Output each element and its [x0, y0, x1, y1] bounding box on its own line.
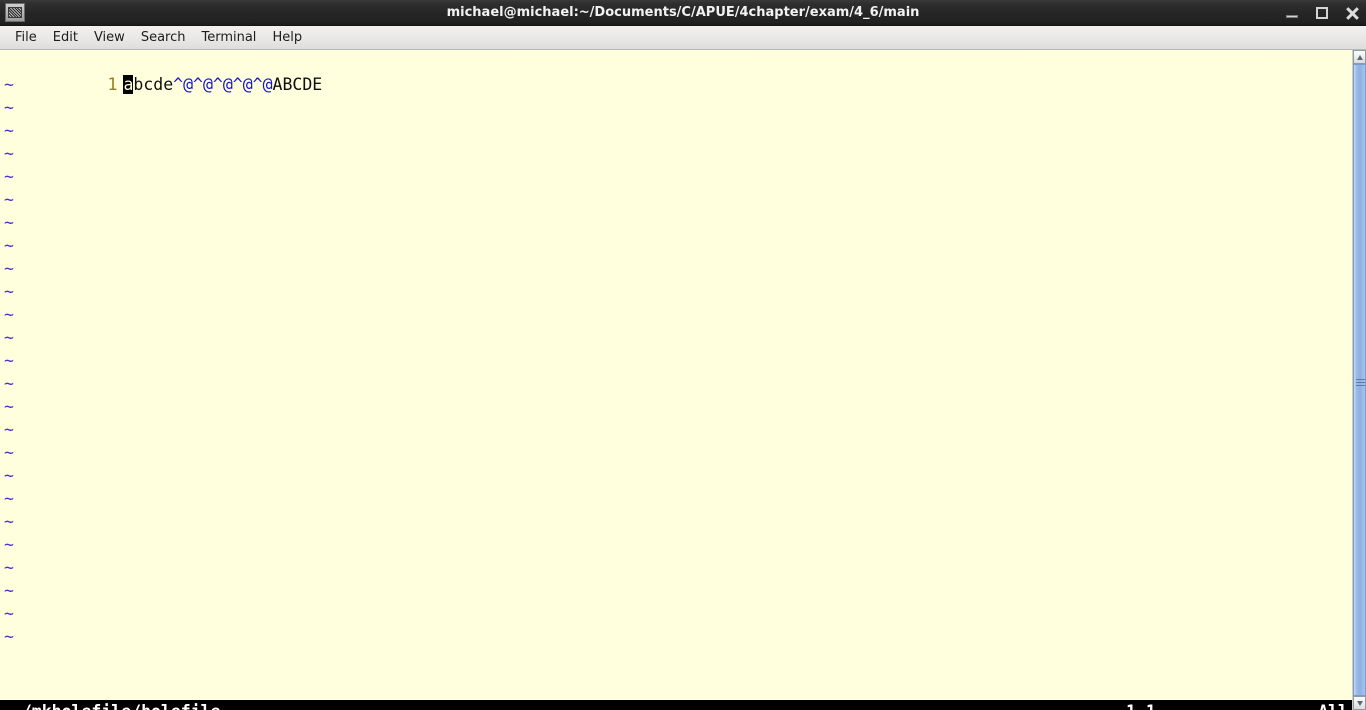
- vim-buffer: 1 abcde^@^@^@^@^@ABCDE ~ ~ ~ ~ ~ ~ ~ ~ ~ ~ ~ ~ ~ ~ ~ ~ ~ ~…: [0, 50, 1352, 648]
- status-scroll-percent: All: [1318, 700, 1348, 710]
- tilde-marker: ~: [4, 236, 14, 255]
- menu-bar: File Edit View Search Terminal Help: [0, 26, 1366, 50]
- tilde-marker: ~: [4, 351, 14, 370]
- title-bar: michael@michael:~/Documents/C/APUE/4chap…: [0, 0, 1366, 26]
- buffer-filler-line: ~: [0, 556, 1352, 579]
- buffer-filler-line: ~: [0, 464, 1352, 487]
- window-title: michael@michael:~/Documents/C/APUE/4chap…: [446, 5, 920, 20]
- tilde-marker: ~: [4, 443, 14, 462]
- tilde-marker: ~: [4, 167, 14, 186]
- tilde-marker: ~: [4, 328, 14, 347]
- tilde-marker: ~: [4, 75, 14, 94]
- buffer-filler-line: ~: [0, 96, 1352, 119]
- terminal-window: michael@michael:~/Documents/C/APUE/4chap…: [0, 0, 1366, 710]
- tilde-marker: ~: [4, 305, 14, 324]
- buffer-filler-line: ~: [0, 349, 1352, 372]
- tilde-marker: ~: [4, 512, 14, 531]
- tilde-marker: ~: [4, 190, 14, 209]
- maximize-icon: [1316, 7, 1328, 19]
- tilde-marker: ~: [4, 466, 14, 485]
- buffer-filler-line: ~: [0, 510, 1352, 533]
- close-button[interactable]: [1342, 3, 1362, 23]
- tilde-marker: ~: [4, 144, 14, 163]
- tilde-marker: ~: [4, 489, 14, 508]
- buffer-line-1: 1 abcde^@^@^@^@^@ABCDE: [0, 50, 1352, 94]
- line-number: 1: [107, 75, 118, 94]
- buffer-filler-line: ~: [0, 602, 1352, 625]
- tilde-marker: ~: [4, 627, 14, 646]
- menu-item-search[interactable]: Search: [133, 28, 194, 47]
- buffer-filler-line: ~: [0, 326, 1352, 349]
- buffer-filler-line: ~: [0, 257, 1352, 280]
- tilde-marker: ~: [4, 374, 14, 393]
- window-controls: [1282, 0, 1362, 26]
- scroll-up-button[interactable]: [1353, 50, 1366, 64]
- tilde-marker: ~: [4, 213, 14, 232]
- text-cursor: a: [123, 75, 134, 94]
- buffer-filler-line: ~: [0, 441, 1352, 464]
- tilde-marker: ~: [4, 259, 14, 278]
- buffer-filler-line: ~: [0, 303, 1352, 326]
- tilde-marker: ~: [4, 397, 14, 416]
- buffer-filler-line: ~: [0, 395, 1352, 418]
- line-segment-control: ^@^@^@^@^@: [173, 75, 273, 94]
- scroll-down-button[interactable]: [1353, 696, 1366, 710]
- buffer-filler-line: ~: [0, 280, 1352, 303]
- buffer-filler-line: ~: [0, 487, 1352, 510]
- status-filename: ../mkholefile/holefile: [2, 700, 221, 710]
- tilde-marker: ~: [4, 604, 14, 623]
- tilde-marker: ~: [4, 581, 14, 600]
- tilde-marker: ~: [4, 121, 14, 140]
- tilde-marker: ~: [4, 98, 14, 117]
- maximize-button[interactable]: [1312, 3, 1332, 23]
- minimize-icon: [1286, 15, 1298, 18]
- line-segment-plain-1: bcde: [133, 75, 174, 94]
- line-segment-plain-2: ABCDE: [272, 75, 323, 94]
- menu-item-file[interactable]: File: [7, 28, 45, 47]
- scrollbar-grip-icon: [1356, 379, 1365, 387]
- menu-item-help[interactable]: Help: [264, 28, 310, 47]
- buffer-filler-line: ~: [0, 372, 1352, 395]
- status-cursor-position: 1,1: [1126, 700, 1156, 710]
- buffer-filler-line: ~: [0, 625, 1352, 648]
- buffer-filler-line: ~: [0, 579, 1352, 602]
- scrollbar-thumb[interactable]: [1353, 64, 1366, 696]
- chevron-up-icon: [1356, 54, 1363, 60]
- menu-item-view[interactable]: View: [86, 28, 133, 47]
- buffer-filler-line: ~: [0, 165, 1352, 188]
- terminal-screen[interactable]: 1 abcde^@^@^@^@^@ABCDE ~ ~ ~ ~ ~ ~ ~ ~ ~ ~ ~ ~ ~ ~ ~ ~ ~ ~…: [0, 50, 1352, 710]
- menu-item-edit[interactable]: Edit: [45, 28, 86, 47]
- chevron-down-icon: [1356, 700, 1363, 706]
- buffer-filler-line: ~: [0, 211, 1352, 234]
- buffer-filler-line: ~: [0, 234, 1352, 257]
- vertical-scrollbar[interactable]: [1352, 50, 1366, 710]
- tilde-marker: ~: [4, 282, 14, 301]
- buffer-filler-line: ~: [0, 188, 1352, 211]
- buffer-filler-line: ~: [0, 119, 1352, 142]
- tilde-marker: ~: [4, 558, 14, 577]
- tilde-marker: ~: [4, 535, 14, 554]
- buffer-filler-line: ~: [0, 142, 1352, 165]
- minimize-button[interactable]: [1282, 3, 1302, 23]
- buffer-filler-line: ~: [0, 533, 1352, 556]
- buffer-filler-line: ~: [0, 418, 1352, 441]
- menu-item-terminal[interactable]: Terminal: [193, 28, 264, 47]
- tilde-marker: ~: [4, 420, 14, 439]
- vim-status-line: ../mkholefile/holefile 1,1 All: [0, 700, 1352, 710]
